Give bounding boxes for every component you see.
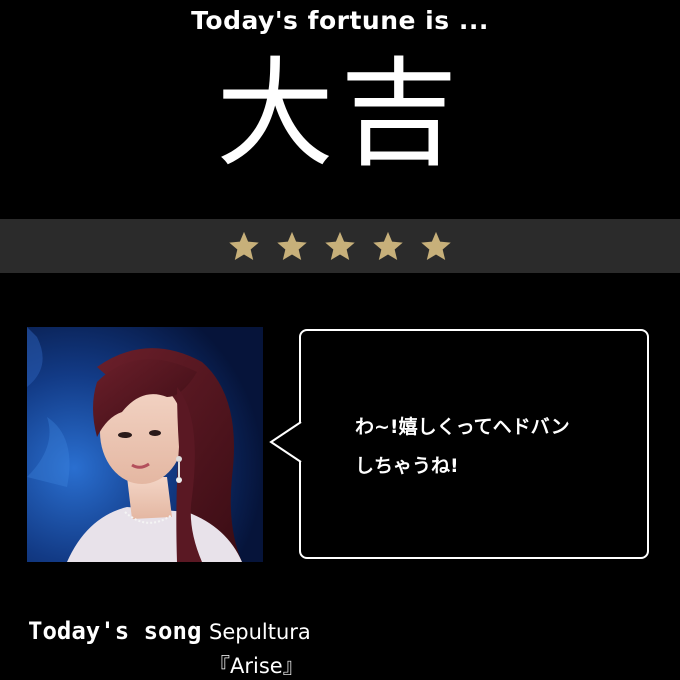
star-icon [373, 231, 403, 261]
speech-bubble-text: わ~!嬉しくってヘドバン しちゃうね! [355, 416, 570, 477]
speech-bubble: わ~!嬉しくってヘドバン しちゃうね! [299, 329, 649, 559]
avatar [27, 327, 263, 562]
star-icon [229, 231, 259, 261]
portrait-image [27, 327, 263, 562]
fortune-result: 大吉 [215, 45, 464, 183]
star-rating-band [0, 219, 680, 273]
star-icon [325, 231, 355, 261]
song-title: 『Arise』 [209, 654, 304, 678]
song-artist: Sepultura [209, 620, 311, 644]
star-icon [277, 231, 307, 261]
star-icon [421, 231, 451, 261]
fortune-intro-heading: Today's fortune is ... [191, 6, 489, 35]
speech-bubble-tail [269, 421, 302, 463]
song-label: Today's song [28, 617, 202, 645]
